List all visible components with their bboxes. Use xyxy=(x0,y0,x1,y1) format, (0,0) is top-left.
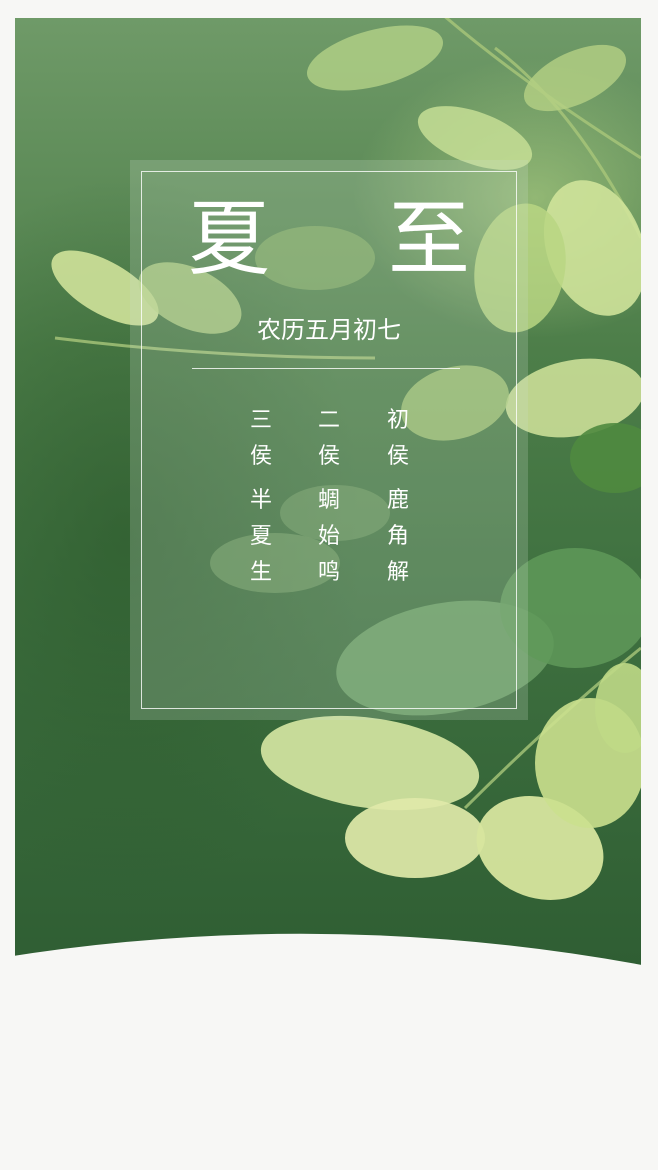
pentad-phrase-char: 角 xyxy=(386,524,409,549)
pentad-phrase-char: 蜩 xyxy=(317,488,340,513)
pentad-phrase-char: 鸣 xyxy=(317,560,340,585)
solar-term-title: 夏 至 xyxy=(187,192,517,287)
pentad-third: 三 侯 半 夏 生 xyxy=(246,403,276,591)
pentad-phrase-char: 生 xyxy=(249,560,272,585)
pentad-label-char: 三 xyxy=(249,408,272,433)
pentad-phrase-char: 解 xyxy=(386,560,409,585)
pentad-label-char: 侯 xyxy=(249,444,272,469)
pentad-label-char: 二 xyxy=(317,408,340,433)
pentad-phrase-char: 夏 xyxy=(249,524,272,549)
pentad-phrase-char: 始 xyxy=(317,524,340,549)
pentad-label-char: 侯 xyxy=(386,444,409,469)
pentad-phrase-char: 鹿 xyxy=(386,488,409,513)
divider-line xyxy=(192,368,460,369)
pentad-first: 初 侯 鹿 角 解 xyxy=(383,403,413,591)
pentad-phrase-char: 半 xyxy=(249,488,272,513)
pentad-label-char: 初 xyxy=(386,408,409,433)
pentad-label-char: 侯 xyxy=(317,444,340,469)
pentad-second: 二 侯 蜩 始 鸣 xyxy=(314,403,344,591)
lunar-date: 农历五月初七 xyxy=(257,316,401,344)
